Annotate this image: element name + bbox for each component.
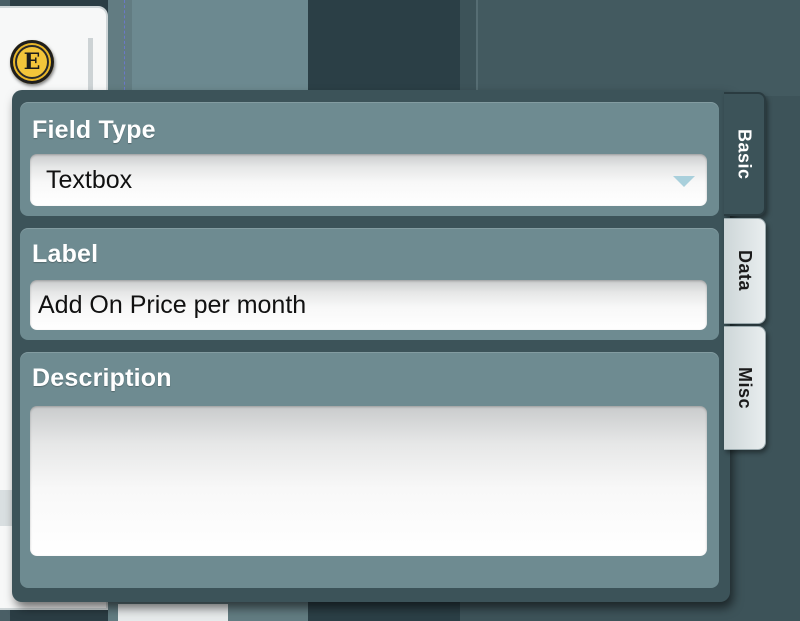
chevron-down-icon[interactable] [673,176,695,187]
label-title: Label [32,240,99,268]
field-type-section: Field Type Textbox [20,102,719,216]
label-input[interactable]: Add On Price per month [30,280,707,330]
field-properties-popup: Field Type Textbox Label Add On Price pe… [12,90,730,602]
description-title: Description [32,364,172,392]
e-badge-icon[interactable]: E [10,40,54,84]
tab-misc[interactable]: Misc [724,326,766,450]
tab-data-label: Data [735,250,755,292]
tab-misc-label: Misc [735,366,755,410]
tab-basic[interactable]: Basic [724,92,766,216]
label-section: Label Add On Price per month [20,228,719,340]
background-left-element [0,490,12,526]
description-section: Description [20,352,719,588]
description-textarea[interactable] [30,406,707,556]
tab-data[interactable]: Data [724,218,766,324]
background-guide-line [124,0,125,95]
badge-letter: E [15,45,49,79]
tab-basic-label: Basic [734,128,755,180]
field-type-select[interactable]: Textbox [30,154,707,206]
label-input-value: Add On Price per month [38,290,307,319]
background-resize-handle[interactable] [88,38,93,92]
field-type-title: Field Type [32,116,156,144]
background-middle-panel [132,0,308,100]
background-bottom-element [118,604,228,621]
field-type-selected-value: Textbox [46,165,133,194]
background-right-panel [476,0,800,96]
